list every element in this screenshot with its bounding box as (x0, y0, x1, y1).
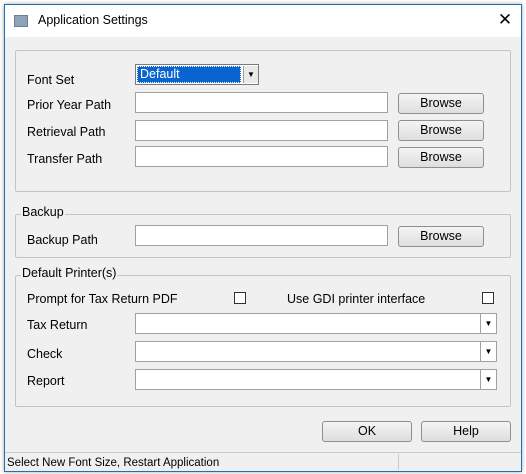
tax-return-printer-select[interactable]: ▼ (135, 313, 497, 334)
check-printer-select[interactable]: ▼ (135, 341, 497, 362)
chevron-down-icon[interactable]: ▼ (480, 342, 496, 361)
font-set-dropdown[interactable]: Default ▼ (135, 64, 259, 85)
check-label: Check (27, 347, 63, 361)
chevron-down-icon[interactable]: ▼ (480, 370, 496, 389)
report-label: Report (27, 374, 65, 388)
window-title: Application Settings (38, 13, 148, 27)
retrieval-path-label: Retrieval Path (27, 125, 106, 139)
tax-return-label: Tax Return (27, 318, 88, 332)
use-gdi-checkbox[interactable] (482, 292, 494, 304)
report-printer-select[interactable]: ▼ (135, 369, 497, 390)
transfer-path-label: Transfer Path (27, 152, 103, 166)
application-icon (14, 15, 28, 27)
help-button[interactable]: Help (421, 421, 511, 442)
backup-path-label: Backup Path (27, 233, 98, 247)
backup-group-label: Backup (21, 205, 65, 219)
status-text: Select New Font Size, Restart Applicatio… (7, 457, 220, 469)
prior-year-browse-button[interactable]: Browse (398, 93, 484, 114)
prior-year-path-label: Prior Year Path (27, 98, 112, 112)
retrieval-browse-button[interactable]: Browse (398, 120, 484, 141)
backup-path-input[interactable] (135, 225, 388, 246)
ok-button[interactable]: OK (322, 421, 412, 442)
prompt-pdf-checkbox[interactable] (234, 292, 246, 304)
font-set-value: Default (137, 66, 241, 83)
prior-year-path-input[interactable] (135, 92, 388, 113)
backup-browse-button[interactable]: Browse (398, 226, 484, 247)
prompt-pdf-label: Prompt for Tax Return PDF (27, 292, 178, 306)
font-set-label: Font Set (27, 73, 75, 87)
use-gdi-label: Use GDI printer interface (287, 292, 426, 306)
transfer-path-input[interactable] (135, 146, 388, 167)
transfer-browse-button[interactable]: Browse (398, 147, 484, 168)
close-icon[interactable]: ✕ (494, 9, 516, 31)
chevron-down-icon[interactable]: ▼ (243, 66, 258, 83)
printers-group-label: Default Printer(s) (21, 266, 118, 280)
chevron-down-icon[interactable]: ▼ (480, 314, 496, 333)
status-separator (398, 454, 399, 470)
retrieval-path-input[interactable] (135, 120, 388, 141)
